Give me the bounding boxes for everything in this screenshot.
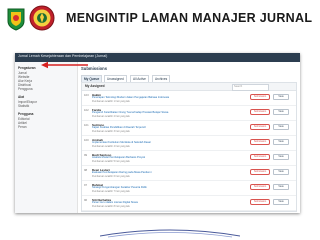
sidebar-heading: Pengaturan — [18, 66, 36, 70]
stage-badge: Submission — [250, 154, 270, 160]
submission-title[interactable]: Evaluasi Pembelajaran Daring pada Masa P… — [92, 171, 242, 174]
submission-title[interactable]: Implementasi Kurikulum Merdeka di Sekola… — [92, 141, 242, 144]
decorative-swoosh — [100, 229, 240, 238]
submission-meta: Pembaruan terakhir 5 hari yang lalu — [92, 160, 130, 163]
submission-id: 101 — [84, 123, 89, 127]
table-row[interactable]: 96 Siti Nurhaliza Peran Guru dalam Liter… — [82, 196, 296, 211]
submission-meta: Pembaruan terakhir 4 hari yang lalu — [92, 145, 130, 148]
university-seal-icon — [29, 5, 55, 31]
submission-title[interactable]: Strategi Pengembangan Karakter Peserta D… — [92, 186, 242, 189]
stage-badge: Submission — [250, 184, 270, 190]
submission-id: 102 — [84, 108, 89, 112]
sidebar-item[interactable]: Statistik — [18, 104, 29, 108]
submission-id: 96 — [84, 198, 88, 202]
table-row[interactable]: 98 Dewi Lestari Evaluasi Pembelajaran Da… — [82, 166, 296, 181]
panel-label: My Assigned — [85, 84, 105, 88]
red-arrow-icon — [41, 61, 88, 69]
submission-id: 100 — [84, 138, 89, 142]
stage-badge: Submission — [250, 139, 270, 145]
table-row[interactable]: 103 Hakim Penerapan Teknologi Modern dal… — [82, 91, 296, 106]
regency-crest-icon — [6, 7, 26, 31]
submission-title[interactable]: Penerapan Teknologi Modern dalam Pengaja… — [92, 96, 242, 99]
sidebar-item[interactable]: Peran — [18, 125, 27, 129]
table-row[interactable]: 99 Budi Santoso Analisis Model Pembelaja… — [82, 151, 296, 166]
stage-badge: Submission — [250, 109, 270, 115]
stage-badge: Submission — [250, 169, 270, 175]
tab-archives[interactable]: Archives — [152, 75, 171, 82]
submission-meta: Pembaruan terakhir 2 hari yang lalu — [92, 115, 130, 118]
submission-meta: Pembaruan terakhir 7 hari yang lalu — [92, 190, 130, 193]
tab-all-active[interactable]: All Active — [130, 75, 149, 82]
stage-badge: Submission — [250, 199, 270, 205]
submission-id: 103 — [84, 93, 89, 97]
main-content: Submissions My Queue Unassigned All Acti… — [78, 62, 300, 213]
table-row[interactable]: 101 Sutrisno Kajian Kualitas Pendidikan … — [82, 121, 296, 136]
stage-badge: Submission — [250, 124, 270, 130]
sidebar-item[interactable]: Pengguna — [18, 87, 33, 91]
submission-id: 97 — [84, 183, 88, 187]
sidebar-heading: Pengguna — [18, 112, 34, 116]
submission-id: 99 — [84, 153, 88, 157]
submission-title[interactable]: Analisis Model Pembelajaran Berbasis Pro… — [92, 156, 242, 159]
view-button[interactable]: View — [273, 109, 289, 115]
table-row[interactable]: 97 Rahmat Strategi Pengembangan Karakter… — [82, 181, 296, 196]
view-button[interactable]: View — [273, 124, 289, 130]
submission-meta: Pembaruan terakhir 3 hari yang lalu — [92, 130, 130, 133]
sidebar: Pengaturan Jurnal Website Alur Kerja Dis… — [15, 62, 78, 213]
panel-header: My Assigned Search — [82, 83, 296, 91]
view-button[interactable]: View — [273, 154, 289, 160]
submissions-panel: My Assigned Search 103 Hakim Penerapan T… — [81, 82, 297, 212]
slide-title: MENGINTIP LAMAN MANAJER JURNAL — [66, 11, 313, 25]
view-button[interactable]: View — [273, 184, 289, 190]
search-input[interactable]: Search — [232, 84, 269, 91]
view-button[interactable]: View — [273, 169, 289, 175]
app-topbar-title: Jurnal Lemah Kesejahteraan dan Pembelaja… — [18, 54, 108, 58]
view-button[interactable]: View — [273, 94, 289, 100]
submission-meta: Pembaruan terakhir 6 hari yang lalu — [92, 175, 130, 178]
submission-title[interactable]: Pengaruh Keterlibatan Orang Tua terhadap… — [92, 111, 242, 114]
view-button[interactable]: View — [273, 199, 289, 205]
submission-id: 98 — [84, 168, 88, 172]
stage-badge: Submission — [250, 94, 270, 100]
submission-title[interactable]: Kajian Kualitas Pendidikan di Daerah Ter… — [92, 126, 242, 129]
tab-unassigned[interactable]: Unassigned — [104, 75, 127, 82]
submission-meta: Pembaruan terakhir 1 hari yang lalu — [92, 100, 130, 103]
table-row[interactable]: 102 Farida Pengaruh Keterlibatan Orang T… — [82, 106, 296, 121]
table-row[interactable]: 100 Aminah Implementasi Kurikulum Merdek… — [82, 136, 296, 151]
sidebar-heading: Alat — [18, 95, 25, 99]
submission-meta: Pembaruan terakhir 8 hari yang lalu — [92, 205, 130, 208]
view-button[interactable]: View — [273, 139, 289, 145]
journal-manager-screenshot: Jurnal Lemah Kesejahteraan dan Pembelaja… — [15, 53, 300, 213]
submission-title[interactable]: Peran Guru dalam Literasi Digital Siswa — [92, 201, 242, 204]
tab-my-queue[interactable]: My Queue — [81, 75, 103, 82]
